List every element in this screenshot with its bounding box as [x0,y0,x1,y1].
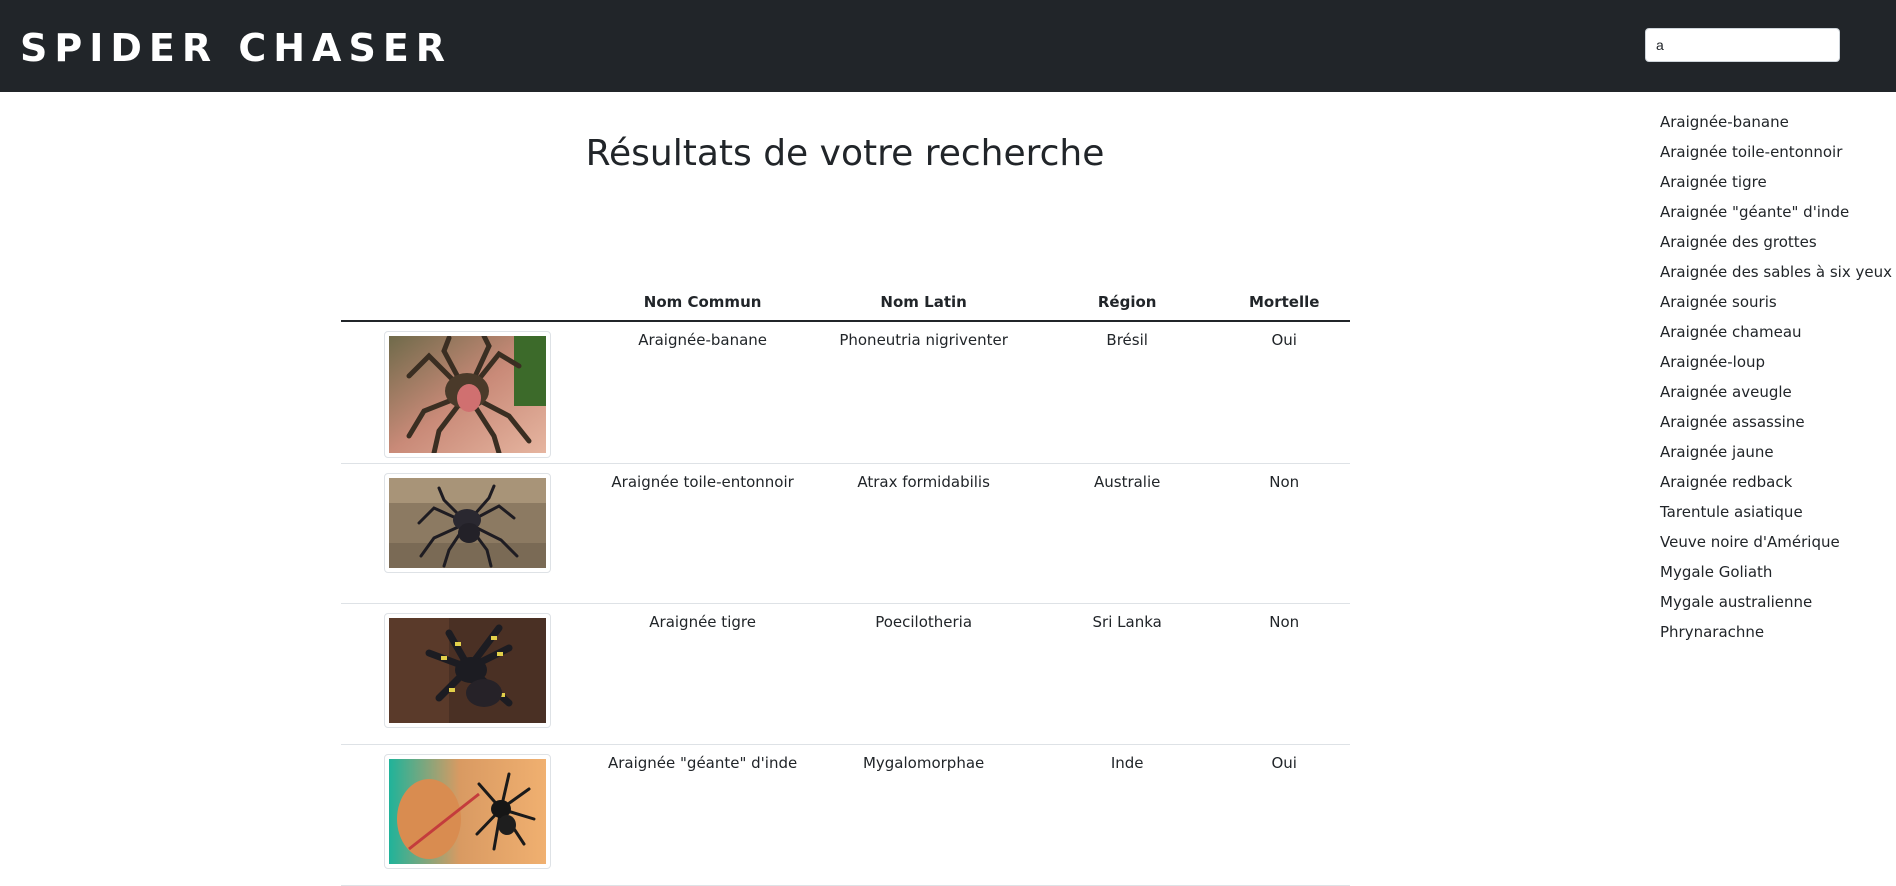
column-header-common-name: Nom Commun [593,283,812,322]
suggestion-item[interactable]: Araignée jaune [1660,440,1892,470]
spider-thumbnail[interactable] [383,612,551,728]
deadly-cell: Non [1218,463,1350,604]
suggestion-item[interactable]: Araignée toile-entonnoir [1660,140,1892,170]
suggestion-item[interactable]: Veuve noire d'Amérique [1660,530,1892,560]
site-logo[interactable]: SPIDER CHASER [20,28,452,68]
column-header-latin-name: Nom Latin [811,283,1036,322]
tiger-spider-photo [388,617,546,723]
common-name-cell: Araignée "géante" d'inde [593,744,812,886]
search-input[interactable] [1645,28,1840,62]
spider-thumbnail[interactable] [383,331,551,458]
giant-india-spider-photo [388,758,546,864]
image-cell [341,744,594,886]
latin-name-cell: Poecilotheria [811,603,1036,745]
suggestion-item[interactable]: Tarentule asiatique [1660,500,1892,530]
image-cell [341,321,594,464]
deadly-cell: Oui [1218,321,1350,464]
deadly-cell: Oui [1218,744,1350,886]
region-cell: Brésil [1035,321,1219,464]
image-cell [341,603,594,745]
page-title: Résultats de votre recherche [585,133,1105,174]
common-name-cell: Araignée toile-entonnoir [593,463,812,604]
suggestion-item[interactable]: Mygale australienne [1660,590,1892,620]
spider-thumbnail[interactable] [383,753,551,869]
suggestion-item[interactable]: Araignée tigre [1660,170,1892,200]
table-header-row: Nom Commun Nom Latin Région Mortelle [341,283,1350,322]
region-cell: Sri Lanka [1035,603,1219,745]
table-row: Araignée "géante" d'inde Mygalomorphae I… [341,744,1350,886]
latin-name-cell: Phoneutria nigriventer [811,321,1036,464]
suggestion-item[interactable]: Araignée-loup [1660,350,1892,380]
common-name-cell: Araignée tigre [593,603,812,745]
column-header-deadly: Mortelle [1218,283,1350,322]
image-cell [341,463,594,604]
column-header-image [341,283,594,322]
latin-name-cell: Atrax formidabilis [811,463,1036,604]
search-suggestions: Araignée-banane Araignée toile-entonnoir… [1660,110,1892,650]
spider-thumbnail[interactable] [383,472,551,573]
region-cell: Australie [1035,463,1219,604]
funnel-web-spider-photo [388,477,546,568]
results-table: Nom Commun Nom Latin Région Mortelle Ara… [341,283,1350,886]
suggestion-item[interactable]: Araignée chameau [1660,320,1892,350]
table-row: Araignée toile-entonnoir Atrax formidabi… [341,463,1350,604]
suggestion-item[interactable]: Phrynarachne [1660,620,1892,650]
suggestion-item[interactable]: Araignée des sables à six yeux [1660,260,1892,290]
suggestion-item[interactable]: Araignée assassine [1660,410,1892,440]
common-name-cell: Araignée-banane [593,321,812,464]
suggestion-item[interactable]: Araignée "géante" d'inde [1660,200,1892,230]
suggestion-item[interactable]: Mygale Goliath [1660,560,1892,590]
region-cell: Inde [1035,744,1219,886]
suggestion-item[interactable]: Araignée souris [1660,290,1892,320]
suggestion-item[interactable]: Araignée aveugle [1660,380,1892,410]
navbar: SPIDER CHASER [0,0,1896,92]
suggestion-item[interactable]: Araignée-banane [1660,110,1892,140]
column-header-region: Région [1035,283,1219,322]
deadly-cell: Non [1218,603,1350,745]
banana-spider-photo [388,336,546,453]
latin-name-cell: Mygalomorphae [811,744,1036,886]
table-row: Araignée tigre Poecilotheria Sri Lanka N… [341,603,1350,745]
table-row: Araignée-banane Phoneutria nigriventer B… [341,321,1350,464]
suggestion-item[interactable]: Araignée redback [1660,470,1892,500]
suggestion-item[interactable]: Araignée des grottes [1660,230,1892,260]
